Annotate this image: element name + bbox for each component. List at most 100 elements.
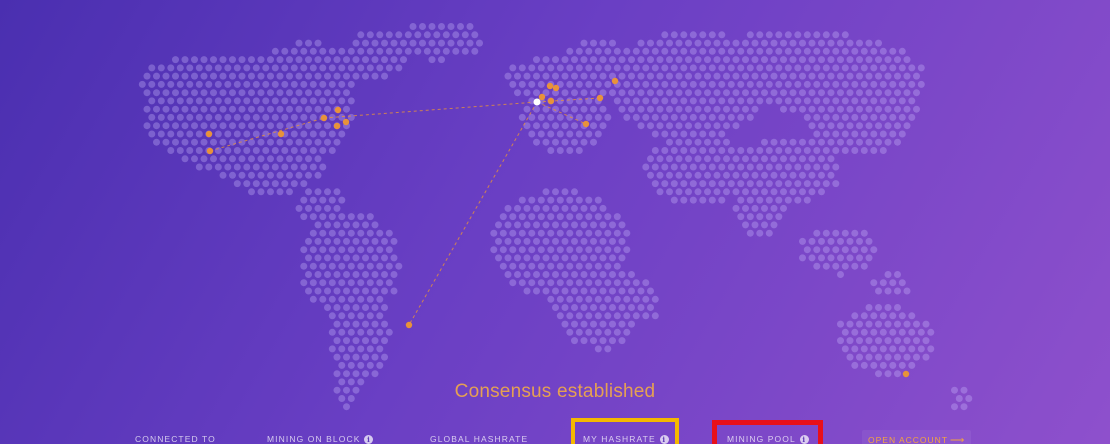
map-dot xyxy=(281,113,289,121)
map-dot xyxy=(585,246,593,254)
map-dot xyxy=(761,56,768,64)
map-dot xyxy=(295,171,303,179)
map-dot xyxy=(746,213,754,221)
map-dot xyxy=(632,113,640,121)
map-dot xyxy=(376,262,384,270)
map-dot xyxy=(699,31,707,39)
map-dot xyxy=(224,97,232,105)
map-dot xyxy=(813,80,821,88)
map-dot xyxy=(879,312,887,320)
map-dot xyxy=(352,237,360,245)
map-dot xyxy=(922,353,930,361)
map-dot xyxy=(371,56,379,64)
map-dot xyxy=(618,254,626,262)
map-dot xyxy=(376,31,384,39)
map-dot xyxy=(699,47,707,55)
map-dot xyxy=(371,304,379,311)
info-icon[interactable]: i xyxy=(799,434,809,444)
map-dot xyxy=(713,89,721,97)
map-dot xyxy=(438,56,445,64)
map-dot xyxy=(205,113,213,121)
map-dot xyxy=(571,271,578,278)
map-dot xyxy=(699,80,707,88)
map-dot xyxy=(281,147,289,154)
map-dot xyxy=(305,56,312,64)
map-dot xyxy=(808,171,816,179)
map-dot xyxy=(628,287,635,295)
map-dot xyxy=(775,47,783,55)
map-dot xyxy=(884,353,892,361)
map-dot xyxy=(575,130,583,138)
map-dot xyxy=(509,64,517,72)
map-dot xyxy=(267,188,274,196)
map-dot xyxy=(704,105,711,113)
map-dot xyxy=(609,337,616,345)
map-dot xyxy=(347,328,355,336)
map-dot xyxy=(148,80,156,88)
map-dot xyxy=(879,64,887,72)
map-dot xyxy=(537,213,545,221)
map-dot xyxy=(594,295,602,303)
map-dot xyxy=(319,163,327,171)
map-dot xyxy=(837,56,844,64)
map-dot xyxy=(347,312,355,320)
map-dot xyxy=(371,221,379,229)
map-dot xyxy=(927,345,935,353)
map-dot xyxy=(362,271,369,278)
map-dot xyxy=(585,262,593,270)
map-dot xyxy=(390,287,398,295)
map-dot xyxy=(590,304,597,311)
map-dot xyxy=(775,196,783,204)
map-dot xyxy=(808,72,816,80)
map-dot xyxy=(856,56,863,64)
map-dot xyxy=(875,304,882,311)
map-dot xyxy=(533,271,540,278)
map-dot xyxy=(898,47,906,55)
map-dot xyxy=(153,105,160,113)
map-dot xyxy=(571,72,578,80)
map-dot xyxy=(262,163,270,171)
map-dot xyxy=(718,196,726,204)
map-dot xyxy=(566,279,574,287)
map-dot xyxy=(571,304,578,311)
map-dot xyxy=(357,262,365,270)
map-dot xyxy=(300,64,308,72)
info-icon[interactable]: i xyxy=(364,434,374,444)
map-dot xyxy=(305,271,312,278)
map-dot xyxy=(300,213,308,221)
open-account-button[interactable]: OPEN ACCOUNT ⟶ xyxy=(862,430,972,444)
map-dot xyxy=(670,130,678,138)
map-dot xyxy=(314,155,322,163)
map-dot xyxy=(922,337,930,345)
map-dot xyxy=(376,361,384,369)
map-dot xyxy=(908,64,916,72)
map-dot xyxy=(357,246,365,254)
map-dot xyxy=(618,304,626,311)
map-dot xyxy=(651,312,659,320)
map-dot xyxy=(295,204,303,212)
map-dot xyxy=(670,180,678,188)
info-icon[interactable]: i xyxy=(659,434,669,444)
map-dot xyxy=(366,295,374,303)
map-dot xyxy=(309,295,317,303)
map-dot xyxy=(257,72,265,80)
map-dot xyxy=(248,138,255,146)
map-dot xyxy=(181,138,189,146)
map-dot xyxy=(381,72,388,80)
map-dot xyxy=(708,64,716,72)
map-dot xyxy=(338,262,346,270)
map-dot xyxy=(400,39,407,47)
map-dot xyxy=(723,89,730,97)
map-dot xyxy=(395,262,403,270)
map-dot xyxy=(680,196,688,204)
map-dot xyxy=(338,246,346,254)
map-dot xyxy=(328,213,336,221)
map-dot xyxy=(404,47,412,55)
map-dot xyxy=(257,188,265,196)
map-dot xyxy=(267,56,274,64)
map-dot xyxy=(343,287,350,295)
map-dot xyxy=(333,353,341,361)
map-dot xyxy=(590,237,597,245)
map-dot xyxy=(385,279,393,287)
map-dot xyxy=(799,72,806,80)
